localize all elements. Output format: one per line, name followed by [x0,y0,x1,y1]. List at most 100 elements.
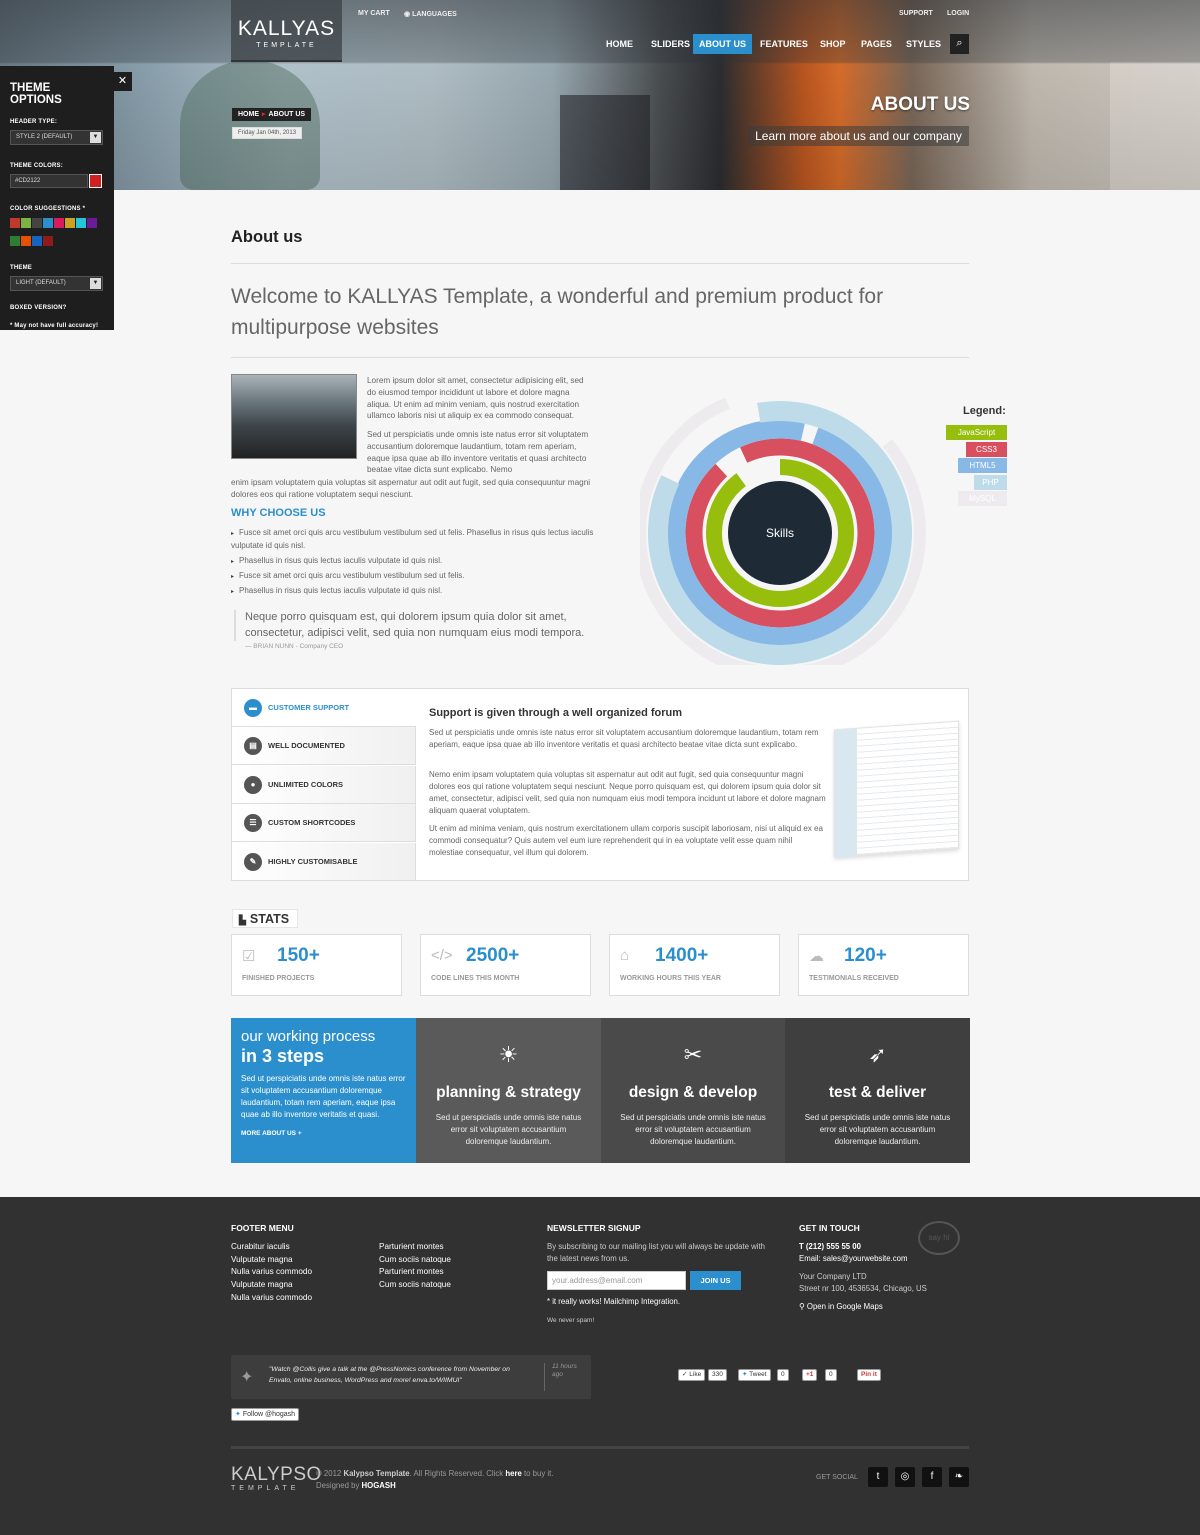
footer-menu-link[interactable]: Vulputate magna [231,1279,312,1292]
facebook-icon[interactable]: f [922,1467,942,1487]
plus-count: 0 [825,1369,837,1381]
color-swatch[interactable] [10,236,20,246]
more-about-us-link[interactable]: MORE ABOUT US + [241,1130,406,1137]
color-swatch[interactable] [54,218,64,228]
color-picker-swatch[interactable] [89,174,102,188]
tab-label: CUSTOM SHORTCODES [268,818,356,828]
rocket-icon: ➶ [868,1042,887,1067]
chat-icon: ▬ [244,699,262,717]
intro-paragraph: Lorem ipsum dolor sit amet, consectetur … [367,376,584,421]
forum-screenshot [834,720,959,859]
boxed-version-toggle[interactable]: BOXED VERSION? [10,305,104,311]
breadcrumb-home[interactable]: HOME [238,111,259,118]
nav-features[interactable]: FEATURES [754,34,814,54]
breadcrumb-current: ABOUT US [268,111,306,118]
hero-subtitle: Learn more about us and our company [748,126,969,146]
tab-customer-support[interactable]: ▬ CUSTOMER SUPPORT [232,689,416,727]
get-social-label: GET SOCIAL [816,1474,858,1481]
footer-menu-link[interactable]: Nulla varius commodo [231,1292,312,1305]
newsletter-spam-note: We never spam! [547,1317,595,1324]
skills-center-label: Skills [766,526,794,540]
theme-color-input[interactable]: #CD2122 [10,174,88,188]
color-swatch[interactable] [43,236,53,246]
google-maps-link[interactable]: ⚲ Open in Google Maps [799,1301,883,1313]
close-icon[interactable]: ✕ [113,72,132,91]
nav-about-us[interactable]: ABOUT US [693,34,752,54]
logo-subtext: TEMPLATE [256,42,317,49]
twitter-icon[interactable]: t [868,1467,888,1487]
footer-menu-link[interactable]: Cum sociis natoque [379,1279,451,1292]
facebook-like-button[interactable]: ✓ Like [678,1369,706,1381]
footer-menu-link[interactable]: Vulputate magna [231,1254,312,1267]
color-swatch[interactable] [21,218,31,228]
color-swatch[interactable] [10,218,20,228]
tweet-button[interactable]: ✦ Tweet [738,1369,771,1381]
tab-paragraph: Nemo enim ipsam voluptatem quia voluptas… [429,770,826,815]
twitter-bird-icon: ✦ [240,1369,254,1386]
stat-label: CODE LINES THIS MONTH [431,975,520,982]
stat-label: FINISHED PROJECTS [242,975,315,982]
contact-phone: T (212) 555 55 00 [799,1242,861,1251]
tab-well-documented[interactable]: ▤ WELL DOCUMENTED [232,727,416,766]
stat-card: ☑ 150+ FINISHED PROJECTS [231,934,402,996]
support-link[interactable]: SUPPORT [899,10,933,17]
color-swatch[interactable] [65,218,75,228]
nav-home[interactable]: HOME [600,34,639,54]
follow-label: Follow @hogash [242,1411,296,1418]
theme-select[interactable]: LIGHT (DEFAULT) ▼ [10,276,103,291]
my-cart-link[interactable]: MY CART [358,10,390,17]
latest-tweet: ✦ "Watch @Collis give a talk at the @Pre… [231,1355,591,1399]
tab-label: WELL DOCUMENTED [268,741,345,751]
follow-twitter-button[interactable]: ✦ Follow @hogash [231,1408,300,1421]
tab-label: HIGHLY CUSTOMISABLE [268,856,358,866]
contact-email[interactable]: Email: sales@yourwebsite.com [799,1253,907,1265]
footer-menu-link[interactable]: Cum sociis natoque [379,1254,451,1267]
stat-label: TESTIMONIALS RECEIVED [809,975,899,982]
color-swatch[interactable] [43,218,53,228]
designer-link[interactable]: HOGASH [362,1481,396,1490]
buy-link[interactable]: here [505,1469,521,1478]
bullet-icon: ▸ [231,559,235,565]
footer-logo[interactable]: KALYPSO TEMPLATE [231,1464,322,1492]
color-swatch[interactable] [87,218,97,228]
newsletter-text: By subscribing to our mailing list you w… [547,1242,765,1263]
search-button[interactable]: ⌕ [950,34,969,54]
pinterest-button[interactable]: Pin it [857,1369,881,1381]
header-type-select[interactable]: STYLE 2 (DEFAULT) ▼ [10,130,103,145]
footer-menu-link[interactable]: Curabitur iaculis [231,1241,312,1254]
legend-item-css3: CSS3 [966,441,1007,457]
why-item-text: Fusce sit amet orci quis arcu vestibulum… [239,571,465,580]
header-type-label: HEADER TYPE: [10,119,58,125]
process-step-title: design & develop [628,1084,758,1101]
why-list-item: ▸ Fusce sit amet orci quis arcu vestibulu… [231,527,601,552]
google-plus-button[interactable]: +1 [802,1369,818,1381]
color-swatch[interactable] [32,218,42,228]
nav-styles[interactable]: STYLES [900,34,947,54]
tab-custom-shortcodes[interactable]: ☰ CUSTOM SHORTCODES [232,804,416,843]
tab-highly-customisable[interactable]: ✎ HIGHLY CUSTOMISABLE [232,842,416,881]
site-logo[interactable]: KALLYAS TEMPLATE [231,0,342,62]
company-name: Your Company LTD [799,1272,867,1281]
footer-menu-link[interactable]: Nulla varius commodo [231,1266,312,1279]
languages-link[interactable]: ◉ LANGUAGES [404,10,457,18]
color-swatch[interactable] [32,236,42,246]
dribbble-icon[interactable]: ◎ [895,1467,915,1487]
languages-label: LANGUAGES [412,11,457,18]
nav-sliders[interactable]: SLIDERS [645,34,696,54]
nav-pages[interactable]: PAGES [855,34,898,54]
footer-menu-col2: Parturient montes Cum sociis natoque Partu… [379,1241,451,1292]
join-us-button[interactable]: JOIN US [690,1271,741,1290]
login-link[interactable]: LOGIN [947,10,969,17]
process-step-text: Sed ut perspiciatis unde omnis iste natu… [620,1113,766,1146]
newsletter-email-input[interactable]: your.address@email.com [547,1271,686,1290]
color-swatch[interactable] [76,218,86,228]
tab-unlimited-colors[interactable]: ● UNLIMITED COLORS [232,765,416,804]
footer-menu-link[interactable]: Parturient montes [379,1241,451,1254]
legend-title: Legend: [963,405,1006,417]
drop-icon: ● [244,775,262,794]
footer-menu-link[interactable]: Parturient montes [379,1266,451,1279]
color-swatch[interactable] [21,236,31,246]
leaf-icon[interactable]: ❧ [949,1467,969,1487]
nav-shop[interactable]: SHOP [814,34,852,54]
why-list-item: ▸ Phasellus in risus quis lectus iaculis … [231,585,601,598]
